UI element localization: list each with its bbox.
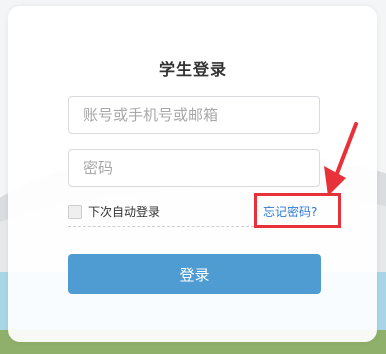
annotation-arrow-icon	[324, 122, 358, 196]
page-title: 学生登录	[158, 60, 227, 79]
remember-checkbox[interactable]	[68, 204, 82, 219]
login-page: 学生登录 下次自动登录 忘记密码? 登录	[0, 0, 386, 354]
remember-label: 下次自动登录	[88, 205, 161, 219]
remember-me-option[interactable]: 下次自动登录	[68, 203, 160, 220]
password-input[interactable]	[68, 149, 320, 187]
divider	[68, 226, 254, 227]
login-button[interactable]: 登录	[68, 254, 321, 294]
account-input[interactable]	[68, 96, 320, 134]
